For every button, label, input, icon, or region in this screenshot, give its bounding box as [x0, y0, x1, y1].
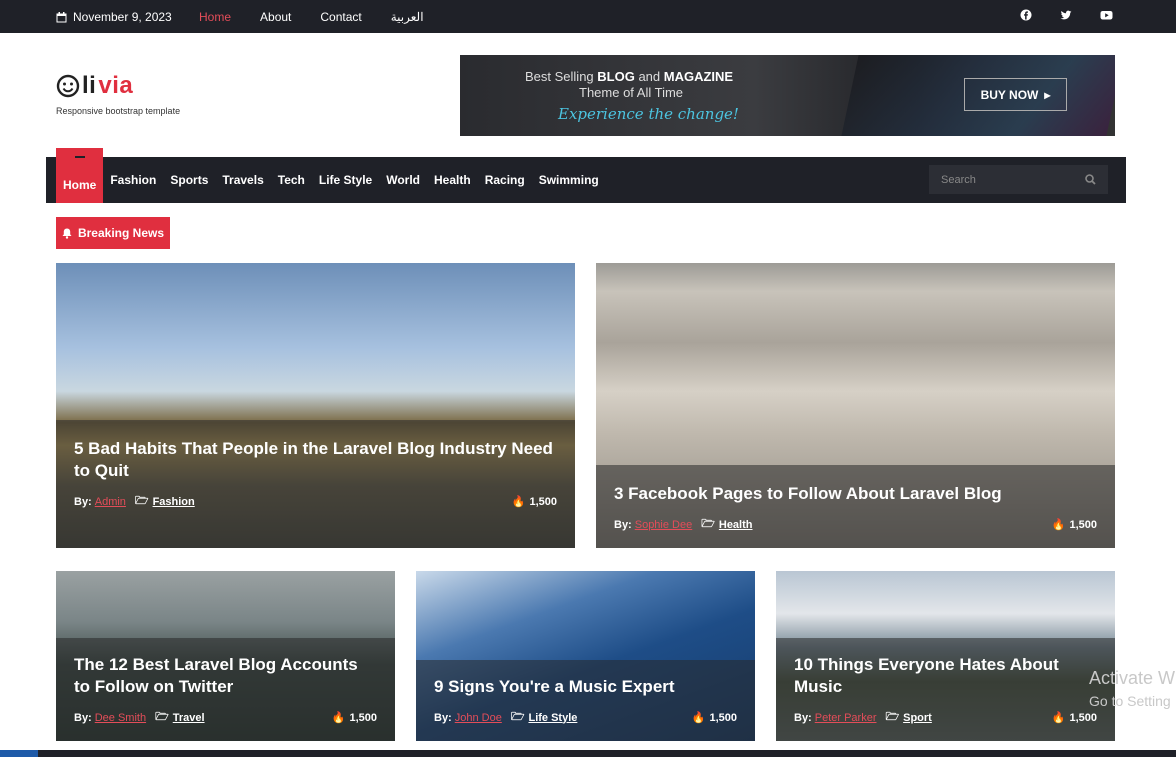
buy-now-button[interactable]: BUY NOW ▸ — [964, 78, 1067, 111]
post-title[interactable]: 3 Facebook Pages to Follow About Laravel… — [614, 483, 1097, 505]
nav-item-world[interactable]: World — [379, 157, 427, 203]
featured-post-card[interactable]: 5 Bad Habits That People in the Laravel … — [56, 263, 575, 548]
activation-watermark-line-1: Activate W — [1089, 668, 1176, 688]
post-overlay: 9 Signs You're a Music Expert By: John D… — [416, 660, 755, 741]
post-category-link[interactable]: Fashion — [153, 496, 195, 508]
banner-line-1: Best Selling BLOG and MAGAZINE — [525, 69, 734, 84]
folder-icon: 🗁 — [701, 518, 715, 530]
post-category-link[interactable]: Sport — [903, 712, 932, 724]
post-author-link[interactable]: Dee Smith — [95, 712, 146, 724]
search-icon[interactable] — [1085, 174, 1096, 185]
nav-item-tech[interactable]: Tech — [271, 157, 312, 203]
top-nav-arabic[interactable]: العربية — [391, 10, 424, 24]
post-card[interactable]: 9 Signs You're a Music Expert By: John D… — [416, 571, 755, 741]
nav-item-fashion[interactable]: Fashion — [103, 157, 163, 203]
post-title[interactable]: 10 Things Everyone Hates About Music — [794, 654, 1097, 698]
post-title[interactable]: 9 Signs You're a Music Expert — [434, 676, 737, 698]
folder-icon: 🗁 — [510, 711, 525, 723]
post-meta: By: John Doe 🗁 Life Style 🔥 1,500 — [434, 708, 737, 727]
featured-post-card[interactable]: 3 Facebook Pages to Follow About Laravel… — [596, 263, 1115, 548]
post-meta: By: Peter Parker 🗁 Sport 🔥 1,500 — [794, 708, 1097, 727]
post-overlay: 3 Facebook Pages to Follow About Laravel… — [596, 465, 1115, 548]
post-views: 🔥 1,500 — [691, 711, 737, 725]
post-meta: By: Admin 🗁 Fashion 🔥 1,500 — [74, 492, 557, 511]
breaking-news-label: Breaking News — [77, 226, 165, 240]
post-author-link[interactable]: John Doe — [455, 712, 502, 724]
post-author-link[interactable]: Sophie Dee — [635, 519, 693, 531]
facebook-icon[interactable] — [1020, 9, 1034, 23]
top-bar: November 9, 2023 Home About Contact العر… — [0, 0, 1176, 33]
banner-line-2: Theme of All Time — [579, 85, 684, 100]
bottom-strip — [0, 750, 1176, 757]
date-text: November 9, 2023 — [73, 10, 172, 24]
activation-watermark-line-2: Go to Setting — [1089, 693, 1171, 709]
logo-wordmark: li via — [56, 72, 180, 100]
site-logo[interactable]: li via Responsive bootstrap template — [56, 72, 180, 116]
post-author-link[interactable]: Peter Parker — [815, 712, 877, 724]
social-links — [1020, 9, 1114, 23]
post-views: 🔥 1,500 — [1051, 518, 1097, 532]
post-views: 🔥 1,500 — [331, 711, 377, 725]
main-nav: Home Fashion Sports Travels Tech Life St… — [46, 148, 1126, 203]
folder-icon: 🗁 — [134, 495, 149, 507]
post-by-label: By: — [794, 711, 812, 724]
caret-right-icon: ▸ — [1044, 87, 1051, 102]
logo-tagline: Responsive bootstrap template — [56, 106, 181, 116]
post-meta: By: Sophie Dee 🗁 Health 🔥 1,500 — [614, 515, 1097, 534]
top-nav-about[interactable]: About — [260, 10, 291, 24]
bell-icon — [62, 228, 72, 239]
fire-icon: 🔥 — [691, 712, 706, 724]
search-input[interactable] — [941, 173, 1071, 186]
nav-item-health[interactable]: Health — [427, 157, 478, 203]
nav-item-racing[interactable]: Racing — [478, 157, 532, 203]
post-category-link[interactable]: Health — [719, 519, 753, 531]
fire-icon: 🔥 — [331, 712, 346, 724]
ad-banner[interactable]: Best Selling BLOG and MAGAZINE Theme of … — [460, 55, 1115, 136]
fire-icon: 🔥 — [1051, 519, 1066, 531]
post-overlay: The 12 Best Laravel Blog Accounts to Fol… — [56, 638, 395, 741]
top-nav: Home About Contact العربية — [199, 10, 424, 24]
nav-item-life-style[interactable]: Life Style — [312, 157, 379, 203]
post-by-label: By: — [614, 518, 632, 531]
post-category-link[interactable]: Life Style — [528, 712, 577, 724]
folder-icon: 🗁 — [155, 711, 169, 723]
top-nav-home[interactable]: Home — [199, 10, 231, 24]
main-nav-items: Home Fashion Sports Travels Tech Life St… — [56, 148, 606, 203]
nav-item-sports[interactable]: Sports — [163, 157, 215, 203]
smiley-logo-icon — [56, 74, 80, 98]
search-box — [929, 165, 1108, 194]
post-views: 🔥 1,500 — [511, 495, 557, 509]
calendar-icon — [56, 11, 67, 22]
post-category-link[interactable]: Travel — [173, 712, 205, 724]
top-nav-contact[interactable]: Contact — [320, 10, 361, 24]
date-display: November 9, 2023 — [56, 10, 172, 24]
post-meta: By: Dee Smith 🗁 Travel 🔥 1,500 — [74, 708, 377, 727]
banner-line-3: Experience the change! — [558, 105, 739, 123]
folder-icon: 🗁 — [885, 711, 900, 723]
post-title[interactable]: 5 Bad Habits That People in the Laravel … — [74, 438, 557, 482]
nav-item-travels[interactable]: Travels — [215, 157, 270, 203]
youtube-icon[interactable] — [1100, 9, 1114, 23]
post-author-link[interactable]: Admin — [95, 496, 126, 508]
post-by-label: By: — [434, 711, 452, 724]
fire-icon: 🔥 — [511, 496, 526, 508]
twitter-icon[interactable] — [1060, 9, 1074, 23]
post-views: 🔥 1,500 — [1051, 711, 1097, 725]
post-by-label: By: — [74, 495, 92, 508]
post-overlay: 5 Bad Habits That People in the Laravel … — [56, 420, 575, 548]
nav-item-swimming[interactable]: Swimming — [532, 157, 606, 203]
breaking-news-button[interactable]: Breaking News — [56, 217, 170, 249]
post-title[interactable]: The 12 Best Laravel Blog Accounts to Fol… — [74, 654, 377, 698]
nav-item-home[interactable]: Home — [56, 148, 104, 203]
logo-text-red: via — [98, 72, 134, 99]
post-overlay: 10 Things Everyone Hates About Music By:… — [776, 638, 1115, 741]
fire-icon: 🔥 — [1051, 712, 1066, 724]
post-card[interactable]: 10 Things Everyone Hates About Music By:… — [776, 571, 1115, 741]
post-card[interactable]: The 12 Best Laravel Blog Accounts to Fol… — [56, 571, 395, 741]
logo-text-dark: li — [82, 72, 97, 99]
post-by-label: By: — [74, 711, 92, 724]
